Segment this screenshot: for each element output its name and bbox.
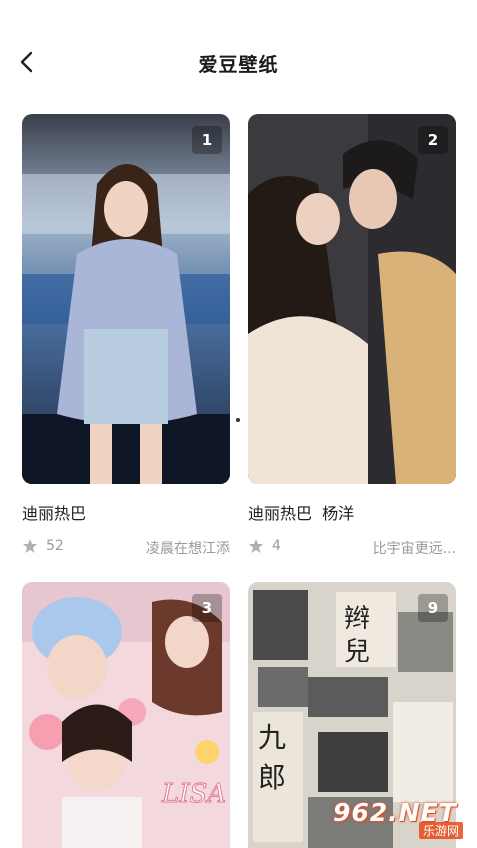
- card-title: 迪丽热巴 杨洋: [248, 504, 355, 523]
- wallpaper-thumbnail[interactable]: 1: [22, 114, 230, 484]
- image-count-badge: 9: [418, 594, 448, 622]
- like-count: 52: [46, 538, 64, 554]
- star-icon: [249, 539, 263, 553]
- poster-text: 辫: [344, 604, 370, 634]
- page-indicator-dot: [236, 418, 240, 422]
- wallpaper-card[interactable]: LISA 3: [22, 582, 230, 848]
- poster-text: 九: [258, 721, 286, 754]
- card-meta: 52 凌晨在想江添: [22, 538, 230, 558]
- wallpaper-image: [248, 114, 456, 484]
- wallpaper-card[interactable]: 2 迪丽热巴 杨洋 4 比宇宙更远...: [248, 114, 456, 558]
- poster-text: 兒: [344, 637, 370, 667]
- author-name[interactable]: 比宇宙更远...: [373, 538, 456, 558]
- image-count-badge: 1: [192, 126, 222, 154]
- wallpaper-thumbnail[interactable]: 2: [248, 114, 456, 484]
- card-title: 迪丽热巴: [22, 504, 87, 523]
- watermark-subtext: 乐游网: [418, 822, 463, 839]
- likes: 52: [22, 538, 64, 554]
- likes: 4: [248, 538, 281, 554]
- image-count-badge: 3: [192, 594, 222, 622]
- card-meta: 4 比宇宙更远...: [248, 538, 456, 558]
- top-bar: 爱豆壁纸: [0, 0, 477, 125]
- image-count-badge: 2: [418, 126, 448, 154]
- site-watermark: 962.NET 乐游网: [333, 798, 467, 842]
- page-title: 爱豆壁纸: [198, 54, 279, 76]
- star-icon: [23, 539, 37, 553]
- like-count: 4: [272, 538, 281, 554]
- lisa-caption: LISA: [161, 779, 226, 809]
- author-name[interactable]: 凌晨在想江添: [146, 538, 230, 558]
- wallpaper-thumbnail[interactable]: LISA 3: [22, 582, 230, 848]
- wallpaper-card[interactable]: 1 迪丽热巴 52 凌晨在想江添: [22, 114, 230, 558]
- poster-text: 郎: [258, 761, 286, 794]
- wallpaper-image: [22, 114, 230, 484]
